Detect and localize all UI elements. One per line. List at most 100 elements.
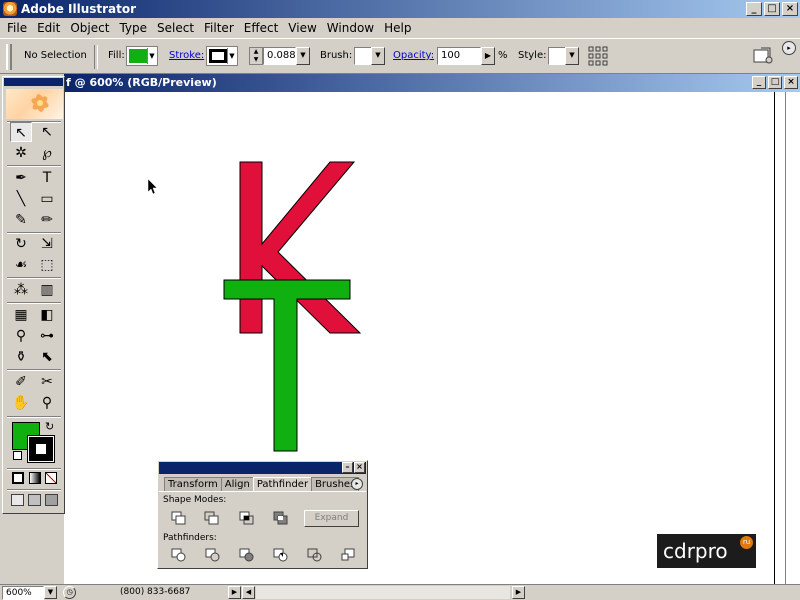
paintbrush-tool-icon[interactable]: ✎ [10,210,32,230]
stroke-color-box[interactable] [27,435,55,463]
palette-minimize-button[interactable]: – [342,462,353,473]
menu-filter[interactable]: Filter [199,21,239,35]
tab-transform[interactable]: Transform [164,477,222,491]
opacity-slider-button[interactable]: ▶ [481,47,495,65]
illustrator-logo[interactable] [6,89,63,119]
rotate-tool-icon[interactable]: ↻ [10,234,32,254]
brush-dropdown[interactable]: ▼ [371,47,385,65]
scroll-left-button[interactable]: ◀ [242,586,255,599]
none-mode-icon[interactable] [45,472,57,484]
minus-back-icon[interactable] [341,548,357,562]
outline-icon[interactable] [307,548,323,562]
document-title[interactable]: f @ 600% (RGB/Preview) [64,74,800,92]
scale-tool-icon[interactable]: ⇲ [36,234,58,254]
menu-edit[interactable]: Edit [32,21,65,35]
doc-minimize-button[interactable]: _ [752,76,766,89]
stroke-weight-dropdown[interactable]: ▼ [296,47,310,65]
scroll-right-button[interactable]: ▶ [512,586,525,599]
crop-icon[interactable] [273,548,289,562]
brush-field[interactable] [354,47,372,65]
swap-fill-stroke-icon[interactable]: ↻ [45,420,54,433]
gradient-mode-icon[interactable] [29,472,41,484]
slice-tool-icon[interactable]: ✐ [10,372,32,392]
gradient-tool-icon[interactable]: ◧ [36,305,58,325]
lasso-tool-icon[interactable]: ℘ [36,143,58,163]
status-arrow-button[interactable]: ▶ [228,586,241,599]
restore-button[interactable]: □ [764,2,780,16]
vertical-scrollbar[interactable] [774,92,800,584]
expand-button[interactable]: Expand [304,510,359,527]
minimize-button[interactable]: _ [746,2,762,16]
merge-icon[interactable] [239,548,255,562]
direct-selection-tool-icon[interactable]: ↖ [36,122,58,142]
opacity-label[interactable]: Opacity: [393,50,434,61]
menu-file[interactable]: File [2,21,32,35]
menu-object[interactable]: Object [65,21,114,35]
standard-screen-mode-icon[interactable] [11,494,24,506]
palette-close-button[interactable]: × [354,462,365,473]
hand-tool-icon[interactable]: ✋ [10,393,32,413]
control-grip[interactable] [6,44,12,70]
graph-tool-icon[interactable]: ▥ [36,280,58,300]
selection-tool-icon[interactable]: ↖ [10,122,32,142]
rectangle-tool-icon[interactable]: ▭ [36,189,58,209]
intersect-shape-icon[interactable] [239,511,255,525]
menu-window[interactable]: Window [322,21,379,35]
opacity-field[interactable]: 100 [437,47,481,65]
stroke-weight-stepper[interactable]: ▲ ▼ [249,47,263,65]
zoom-field[interactable]: 600% [2,586,44,600]
doc-restore-button[interactable]: □ [768,76,782,89]
warp-tool-icon[interactable]: ☙ [10,255,32,275]
trim-icon[interactable] [205,548,221,562]
palette-header[interactable] [159,462,366,474]
live-paint-bucket-tool-icon[interactable]: ⚱ [10,347,32,367]
vertical-scroll-track[interactable] [785,92,800,584]
style-dropdown[interactable]: ▼ [565,47,579,65]
symbol-sprayer-tool-icon[interactable]: ⁂ [10,280,32,300]
pencil-tool-icon[interactable]: ✏ [36,210,58,230]
tab-pathfinder[interactable]: Pathfinder [252,477,313,491]
style-field[interactable] [548,47,566,65]
menu-effect[interactable]: Effect [239,21,284,35]
doc-close-button[interactable]: × [784,76,798,89]
full-screen-mode-icon[interactable] [45,494,58,506]
control-menu-button[interactable]: ▸ [782,41,796,55]
document-setup-icon[interactable] [752,46,774,66]
blend-tool-icon[interactable]: ⊶ [36,326,58,346]
free-transform-tool-icon[interactable]: ⬚ [36,255,58,275]
close-button[interactable]: × [782,2,798,16]
type-tool-icon[interactable]: T [36,168,58,188]
live-paint-selection-tool-icon[interactable]: ⬉ [36,347,58,367]
tab-align[interactable]: Align [220,477,254,491]
divide-icon[interactable] [171,548,187,562]
add-shape-icon[interactable] [171,511,187,525]
toolbox-header[interactable] [4,78,63,86]
subtract-shape-icon[interactable] [204,511,220,525]
menu-view[interactable]: View [283,21,321,35]
mesh-tool-icon[interactable]: ▦ [10,305,32,325]
chevron-down-icon[interactable]: ▼ [147,48,156,64]
eyedropper-tool-icon[interactable]: ⚲ [10,326,32,346]
transform-grid-icon[interactable] [588,46,608,66]
scissors-tool-icon[interactable]: ✂ [36,372,58,392]
horizontal-scroll-track[interactable] [256,586,510,599]
fill-swatch[interactable]: ▼ [126,46,158,66]
menu-select[interactable]: Select [152,21,199,35]
default-fill-stroke-icon[interactable] [13,451,22,460]
chevron-down-icon[interactable]: ▼ [227,48,236,64]
palette-menu-button[interactable]: ▸ [351,478,363,490]
line-tool-icon[interactable]: ╲ [10,189,32,209]
magic-wand-tool-icon[interactable]: ✲ [10,143,32,163]
exclude-shape-icon[interactable] [273,511,289,525]
zoom-tool-icon[interactable]: ⚲ [36,393,58,413]
menu-help[interactable]: Help [379,21,416,35]
stroke-label[interactable]: Stroke: [169,50,204,61]
full-screen-menu-mode-icon[interactable] [28,494,41,506]
zoom-dropdown[interactable]: ▼ [44,586,57,599]
menu-type[interactable]: Type [114,21,152,35]
color-mode-icon[interactable] [12,472,24,484]
pen-tool-icon[interactable]: ✒ [10,168,32,188]
stroke-swatch[interactable]: ▼ [206,46,238,66]
illustrator-app-icon[interactable] [3,2,17,16]
stroke-weight-field[interactable]: 0.088 [263,47,296,65]
